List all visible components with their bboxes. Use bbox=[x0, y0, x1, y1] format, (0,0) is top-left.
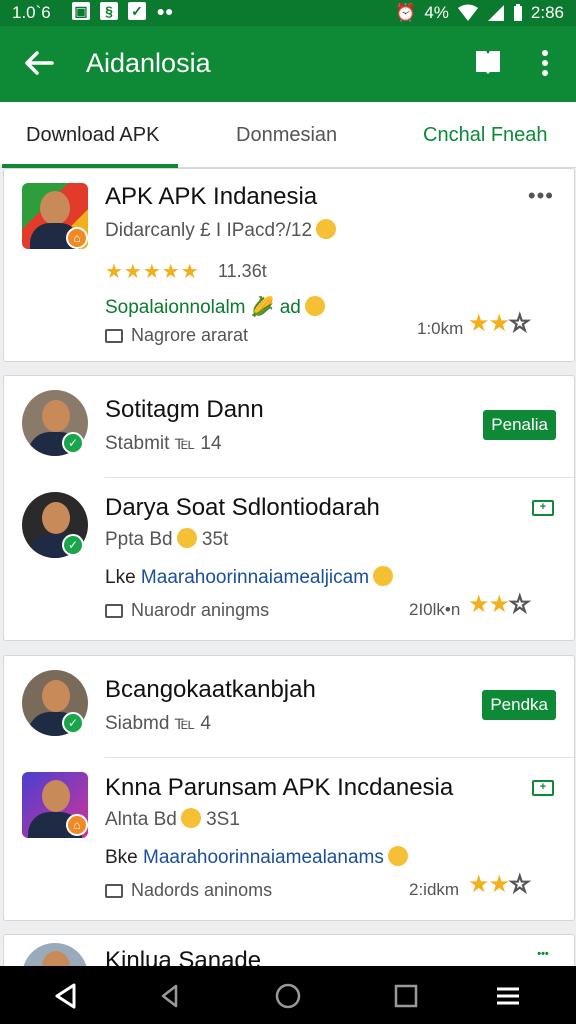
list-item[interactable]: ✓ Bcangokaatkanbjah Siabmd ℡ 4 Pendka bbox=[4, 656, 574, 756]
system-icons: ⏰ 4% 2:86 bbox=[395, 3, 564, 23]
book-icon[interactable] bbox=[474, 48, 502, 76]
status-time-left: 1.0`6 bbox=[12, 3, 51, 22]
tab-bar: Download APK Donmesian Cnchal Fneah bbox=[0, 102, 576, 168]
notification-s-icon: § bbox=[100, 2, 118, 20]
notification-photo-icon: ▣ bbox=[72, 2, 90, 20]
emoji-icon bbox=[180, 808, 201, 828]
tab-cnchal-fneah[interactable]: Cnchal Fneah bbox=[423, 124, 548, 147]
mini-rating-stars[interactable]: ★★☆ bbox=[468, 590, 531, 619]
app-meta: Nagrore ararat bbox=[105, 325, 248, 346]
rating-stars: ★★★★★ bbox=[105, 261, 200, 283]
app-name: Knna Parunsam APK Incdanesia bbox=[105, 774, 454, 801]
contact-name: Sotitagm Dann bbox=[105, 396, 264, 423]
app-description: Bke Maarahoorinnaiamealanams bbox=[105, 846, 408, 869]
nav-home-icon[interactable] bbox=[274, 982, 302, 1010]
verified-icon: ✓ bbox=[62, 534, 84, 556]
app-card[interactable]: ✓ Bcangokaatkanbjah Siabmd ℡ 4 Pendka ⌂ … bbox=[3, 655, 575, 921]
verified-icon: ✓ bbox=[62, 712, 84, 734]
app-meta: Nuarodr aningms bbox=[105, 600, 269, 621]
camera-icon[interactable]: + bbox=[532, 780, 554, 796]
app-description: Sopalaionnolalm 🌽 ad bbox=[105, 295, 325, 319]
checkbox-icon[interactable] bbox=[105, 603, 123, 618]
status-badge[interactable]: Pendka bbox=[482, 690, 556, 720]
app-bar: Aidanlosia bbox=[0, 26, 576, 102]
list-item[interactable]: ✓ Darya Soat Sdlontiodarah + Ppta Bd 35t… bbox=[4, 478, 574, 638]
app-subtitle: Didarcanly £ I IPacd?/12 bbox=[105, 219, 337, 242]
description-link[interactable]: Maarahoorinnaiamealjicam bbox=[141, 567, 369, 588]
battery-percent: 4% bbox=[424, 3, 449, 22]
system-nav-bar bbox=[0, 966, 576, 1024]
app-name: Darya Soat Sdlontiodarah bbox=[105, 494, 380, 521]
distance-label: 2I0lk•n bbox=[409, 600, 461, 619]
app-subtitle: Alnta Bd 3S1 bbox=[105, 808, 240, 830]
page-title: Aidanlosia bbox=[86, 48, 211, 78]
emoji-icon bbox=[373, 566, 394, 586]
status-bar: 1.0`6 ▣ § ✓ ●● ⏰ 4% 2:86 bbox=[0, 0, 576, 26]
app-badge-icon: ⌂ bbox=[66, 814, 88, 836]
notification-icons: ▣ § ✓ ●● bbox=[72, 2, 174, 20]
overflow-menu-icon[interactable] bbox=[534, 46, 556, 80]
contact-subtitle: Siabmd ℡ 4 bbox=[105, 713, 211, 734]
app-meta: Nadords aninoms bbox=[105, 880, 272, 901]
list-item[interactable]: ✓ Sotitagm Dann Stabmit ℡ 14 Penalia bbox=[4, 376, 574, 476]
notification-check-icon: ✓ bbox=[128, 2, 146, 20]
contact-name: Bcangokaatkanbjah bbox=[105, 676, 316, 703]
checkbox-icon[interactable] bbox=[105, 883, 123, 898]
emoji-icon bbox=[304, 296, 325, 316]
distance-label: 1:0km bbox=[417, 319, 464, 338]
app-description: Lke Maarahoorinnaiamealjicam bbox=[105, 566, 394, 589]
back-arrow-icon[interactable] bbox=[22, 46, 56, 80]
rating-count: 11.36t bbox=[218, 261, 267, 281]
tab-donmesian[interactable]: Donmesian bbox=[236, 124, 337, 147]
contact-subtitle: Stabmit ℡ 14 bbox=[105, 433, 222, 454]
nav-menu-icon[interactable] bbox=[494, 982, 522, 1010]
emoji-icon bbox=[316, 219, 337, 239]
emoji-icon bbox=[387, 846, 408, 866]
more-options-icon[interactable]: ••• bbox=[528, 183, 554, 209]
camera-icon[interactable]: + bbox=[532, 500, 554, 516]
emoji-icon bbox=[176, 528, 197, 548]
nav-back-icon[interactable] bbox=[52, 982, 80, 1010]
app-name: APK APK Indanesia bbox=[105, 183, 318, 210]
signal-icon bbox=[487, 5, 504, 21]
description-link[interactable]: Maarahoorinnaiamealanams bbox=[143, 847, 384, 868]
list-item[interactable]: ⌂ Knna Parunsam APK Incdanesia + Alnta B… bbox=[4, 758, 574, 918]
app-card[interactable]: ⌂ APK APK Indanesia ••• Didarcanly £ I I… bbox=[3, 168, 575, 362]
nav-recents-icon[interactable] bbox=[392, 982, 420, 1010]
status-badge[interactable]: Penalia bbox=[483, 410, 556, 440]
camera-icon[interactable]: ••• bbox=[532, 949, 554, 965]
app-subtitle: Ppta Bd 35t bbox=[105, 528, 229, 550]
verified-icon: ✓ bbox=[62, 432, 84, 454]
tab-download-apk[interactable]: Download APK bbox=[26, 124, 159, 147]
mini-rating-stars[interactable]: ★★☆ bbox=[468, 309, 531, 338]
app-badge-icon: ⌂ bbox=[66, 227, 88, 249]
status-time-right: 2:86 bbox=[530, 3, 564, 22]
nav-back-outline-icon[interactable] bbox=[156, 982, 184, 1010]
notification-game-icon: ●● bbox=[156, 3, 174, 19]
alarm-icon: ⏰ bbox=[395, 3, 417, 22]
app-card[interactable]: ✓ Sotitagm Dann Stabmit ℡ 14 Penalia ✓ D… bbox=[3, 375, 575, 641]
wifi-icon bbox=[457, 4, 478, 21]
battery-icon bbox=[513, 4, 522, 21]
distance-label: 2:idkm bbox=[409, 880, 460, 899]
checkbox-icon[interactable] bbox=[105, 328, 123, 343]
mini-rating-stars[interactable]: ★★☆ bbox=[468, 870, 531, 899]
